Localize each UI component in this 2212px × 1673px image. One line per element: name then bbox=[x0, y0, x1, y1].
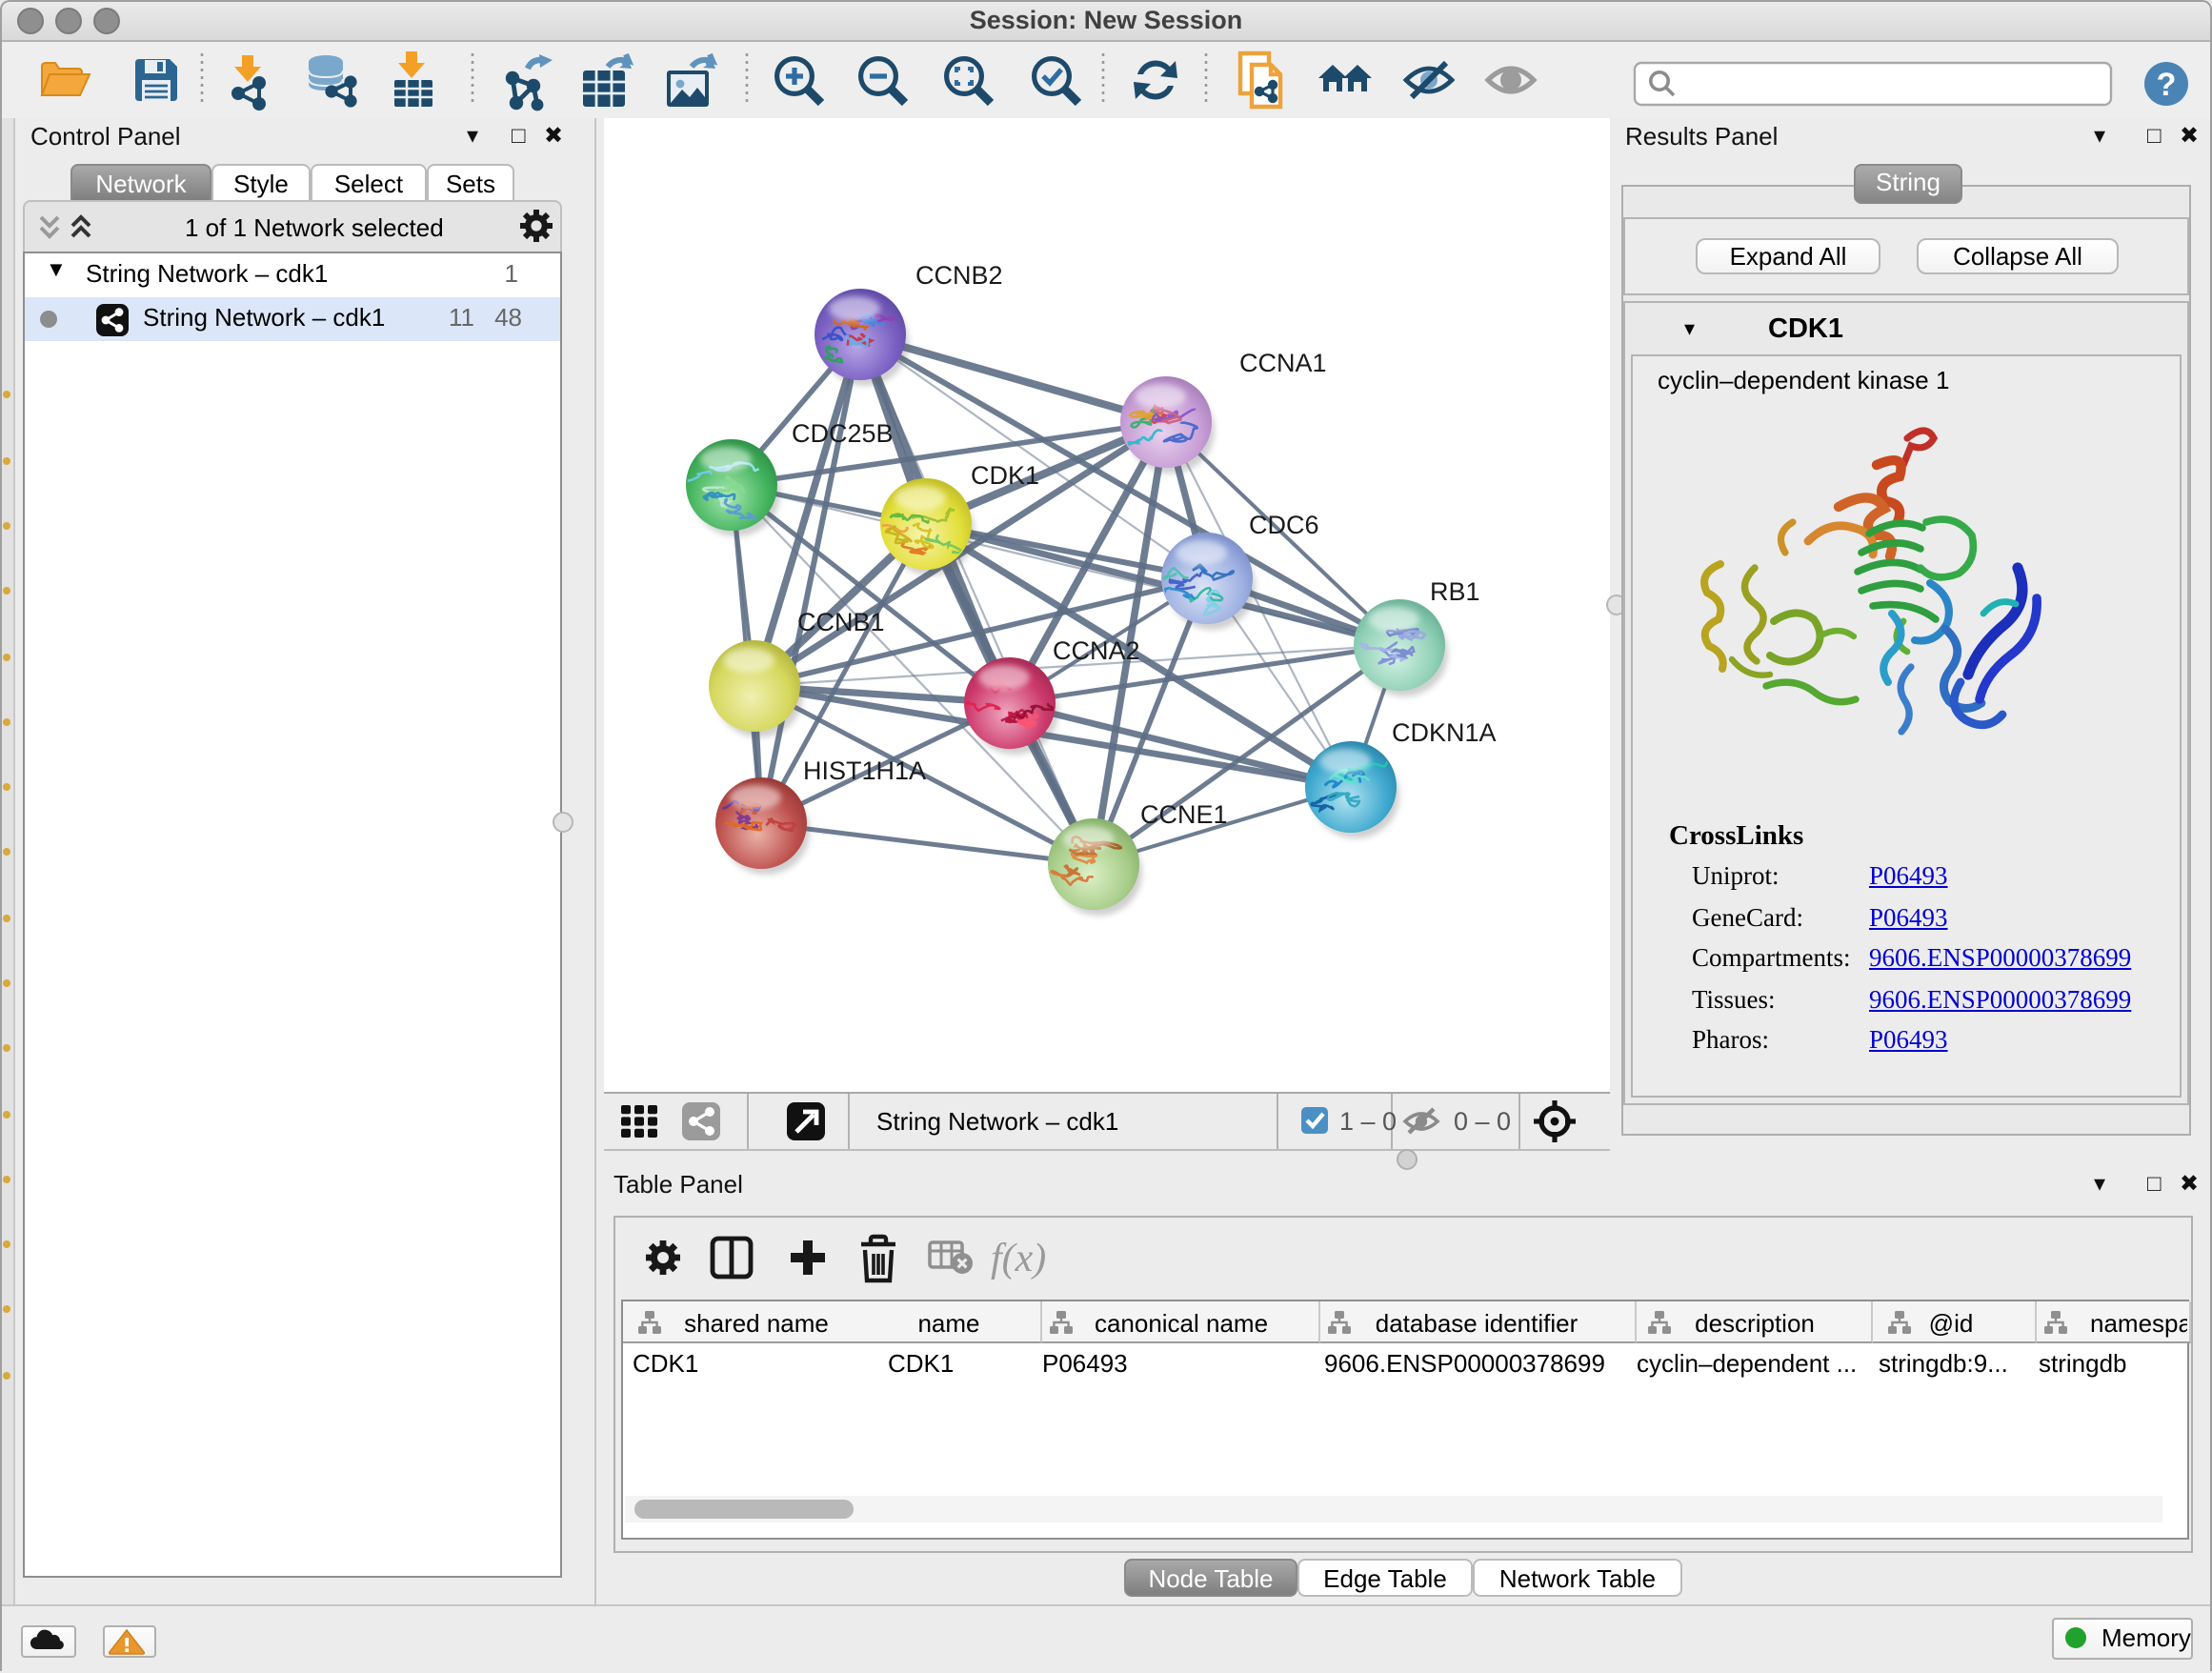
svg-text:CCNA1: CCNA1 bbox=[1239, 349, 1327, 377]
svg-text:HIST1H1A: HIST1H1A bbox=[803, 756, 926, 785]
svg-text:CCNE1: CCNE1 bbox=[1140, 800, 1228, 829]
svg-text:CDC25B: CDC25B bbox=[792, 419, 894, 448]
svg-text:f(x): f(x) bbox=[991, 1237, 1046, 1280]
svg-text:namespac: namespac bbox=[2090, 1309, 2187, 1338]
svg-text:CDKN1A: CDKN1A bbox=[1392, 718, 1497, 747]
svg-text:?: ? bbox=[2157, 67, 2177, 103]
svg-text:CCNB1: CCNB1 bbox=[797, 608, 885, 636]
svg-text:name: name bbox=[917, 1309, 979, 1338]
svg-text:RB1: RB1 bbox=[1430, 577, 1480, 606]
svg-text:shared name: shared name bbox=[684, 1309, 829, 1338]
svg-text:1 – 0: 1 – 0 bbox=[1339, 1107, 1397, 1136]
svg-text:description: description bbox=[1695, 1309, 1815, 1338]
svg-text:CCNB2: CCNB2 bbox=[915, 261, 1003, 290]
svg-text:0 – 0: 0 – 0 bbox=[1454, 1107, 1511, 1136]
svg-text:database identifier: database identifier bbox=[1376, 1309, 1579, 1338]
svg-text:@id: @id bbox=[1929, 1309, 1974, 1338]
svg-text:canonical name: canonical name bbox=[1095, 1309, 1268, 1338]
svg-text:CCNA2: CCNA2 bbox=[1053, 636, 1140, 665]
svg-text:CDK1: CDK1 bbox=[971, 461, 1039, 490]
svg-text:CDC6: CDC6 bbox=[1249, 511, 1319, 539]
